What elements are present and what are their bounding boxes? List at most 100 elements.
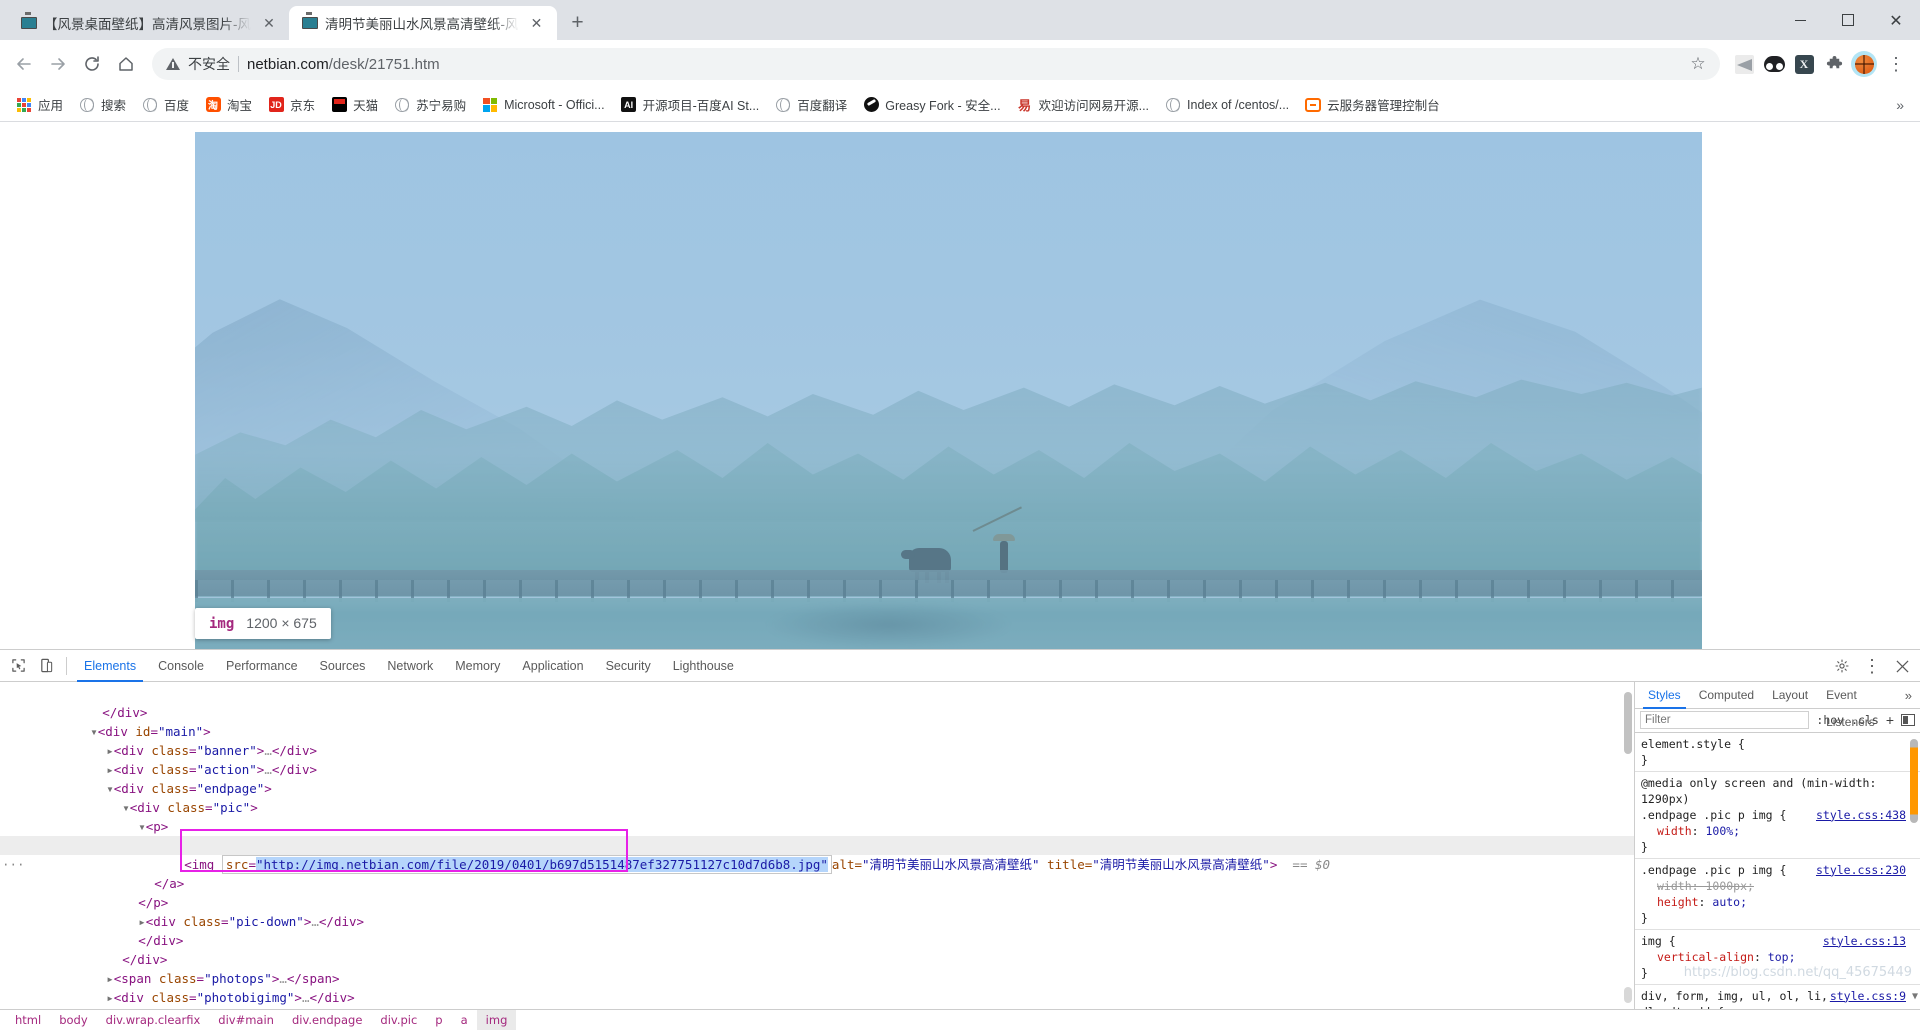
tab-close-button[interactable]: ✕ (527, 13, 547, 33)
styles-tab-styles[interactable]: Styles (1639, 682, 1690, 709)
address-bar[interactable]: 不安全 netbian.com/desk/21751.htm ☆ (152, 48, 1720, 80)
device-toolbar-icon[interactable] (32, 652, 60, 680)
dom-line-selected-img[interactable]: ··· <img src="http://img.netbian.com/file… (0, 836, 1634, 874)
dom-line[interactable]: ▸<div class="action">…</div> (0, 741, 1634, 777)
declaration[interactable]: height: auto; (1641, 894, 1920, 910)
devtools-tab-performance[interactable]: Performance (215, 650, 309, 682)
panda-icon[interactable] (1760, 50, 1788, 78)
declaration-property[interactable]: vertical-align (1641, 950, 1754, 964)
puzzle-icon[interactable] (1820, 50, 1848, 78)
declaration-value[interactable]: auto; (1712, 895, 1747, 909)
rule-source-link[interactable]: style.css:9 (1830, 988, 1906, 1004)
dom-line[interactable]: ▾<div class="pic"> (0, 779, 1634, 815)
devtools-tab-security[interactable]: Security (595, 650, 662, 682)
devtools-tab-console[interactable]: Console (147, 650, 215, 682)
bookmark-star-icon[interactable]: ☆ (1682, 48, 1714, 80)
bookmark-baidu-ai[interactable]: AI 开源项目-百度AI St... (613, 91, 768, 118)
dom-line[interactable]: ▸<div class="banner">…</div> (0, 722, 1634, 758)
rule-source-link[interactable]: style.css:230 (1816, 862, 1906, 878)
bookmark-baidu-fanyi[interactable]: 百度翻译 (767, 91, 855, 118)
breadcrumb-item-wrap[interactable]: div.wrap.clearfix (97, 1010, 210, 1030)
browser-menu-icon[interactable]: ⋮ (1880, 48, 1912, 80)
rule-source-link[interactable]: style.css:13 (1823, 933, 1906, 949)
bookmark-apps[interactable]: 应用 (8, 91, 71, 118)
bookmark-taobao[interactable]: 淘 淘宝 (197, 91, 260, 118)
close-icon[interactable]: ✕ (1872, 0, 1920, 40)
rule-source-link[interactable]: style.css:438 (1816, 807, 1906, 823)
devtools-tab-network[interactable]: Network (376, 650, 444, 682)
dom-line[interactable]: </div> (0, 684, 1634, 720)
declaration-value[interactable]: 100%; (1705, 824, 1740, 838)
bookmark-netease[interactable]: 易 欢迎访问网易开源... (1009, 91, 1157, 118)
back-arrow-icon[interactable] (8, 48, 40, 80)
breadcrumb-item-pic[interactable]: div.pic (371, 1010, 426, 1030)
styles-tab-layout[interactable]: Layout (1763, 682, 1817, 709)
settings-gear-icon[interactable] (1828, 652, 1856, 680)
reload-icon[interactable] (76, 48, 108, 80)
breadcrumb-item-img[interactable]: img (476, 1010, 517, 1030)
declaration[interactable]: width: 100%; (1641, 823, 1920, 839)
dom-line[interactable]: </div> (0, 931, 1634, 967)
bookmark-search[interactable]: 搜索 (71, 91, 134, 118)
sidebar-toggle-icon[interactable] (1901, 714, 1915, 727)
bookmarks-overflow-button[interactable]: » (1888, 97, 1912, 113)
devtools-tab-sources[interactable]: Sources (309, 650, 377, 682)
inspect-element-icon[interactable] (4, 652, 32, 680)
styles-tabs-overflow[interactable]: » (1897, 688, 1920, 703)
declaration-property[interactable]: width (1641, 879, 1692, 893)
devtools-tab-memory[interactable]: Memory (444, 650, 511, 682)
declaration-property[interactable]: width (1641, 824, 1692, 838)
devtools-tab-application[interactable]: Application (511, 650, 594, 682)
styles-filter-input[interactable] (1640, 711, 1810, 730)
url-text[interactable]: netbian.com/desk/21751.htm (247, 56, 1674, 73)
styles-tab-computed[interactable]: Computed (1690, 682, 1763, 709)
tampermonkey-icon[interactable] (1730, 50, 1758, 78)
styles-pane-scrollbar[interactable] (1909, 735, 1919, 1007)
browser-tab-1[interactable]: 清明节美丽山水风景高清壁纸-风 ✕ (289, 6, 557, 40)
home-icon[interactable] (110, 48, 142, 80)
dom-line[interactable]: ▾<p> (0, 798, 1634, 834)
declaration-overridden[interactable]: width: 1000px; (1641, 878, 1920, 894)
wallpaper-image[interactable] (195, 132, 1702, 649)
declaration[interactable]: vertical-align: top; (1641, 949, 1920, 965)
breadcrumb-item-body[interactable]: body (50, 1010, 96, 1030)
bookmark-greasyfork[interactable]: Greasy Fork - 安全... (855, 91, 1008, 118)
bookmark-baidu[interactable]: 百度 (134, 91, 197, 118)
dom-line-anchor[interactable]: ▾<a href="/desk/21751-1920x1080.htm" tar… (0, 817, 1634, 853)
breadcrumb-item-main[interactable]: div#main (209, 1010, 283, 1030)
styles-tab-event-listeners[interactable]: Event Listeners (1817, 682, 1897, 729)
style-rule-img-13[interactable]: img { style.css:13 vertical-align: top; … (1635, 930, 1920, 985)
new-tab-button[interactable]: + (563, 8, 593, 38)
bookmark-tmall[interactable]: 天猫 (323, 91, 386, 118)
styles-rules-list[interactable]: element.style { } @media only screen and… (1635, 733, 1920, 1009)
declaration-property[interactable]: height (1641, 895, 1699, 909)
forward-arrow-icon[interactable] (42, 48, 74, 80)
style-rule-endpage-pic-p-img-438[interactable]: @media only screen and (min-width: 1290p… (1635, 772, 1920, 859)
style-rule-element-style[interactable]: element.style { } (1635, 733, 1920, 772)
bookmark-suning[interactable]: 苏宁易购 (386, 91, 474, 118)
browser-tab-0[interactable]: 【风景桌面壁纸】高清风景图片-风 ✕ (8, 6, 289, 40)
close-devtools-icon[interactable] (1888, 652, 1916, 680)
dom-line[interactable]: ▸<div class="list">…</div> (0, 988, 1634, 1007)
devtools-tab-lighthouse[interactable]: Lighthouse (662, 650, 745, 682)
basketball-avatar-icon[interactable] (1850, 50, 1878, 78)
dom-line[interactable]: ▸<div class="pic-down">…</div> (0, 893, 1634, 929)
dom-pane-scrollbar[interactable] (1623, 684, 1633, 1007)
dom-line[interactable]: </div> (0, 912, 1634, 948)
bookmark-jd[interactable]: JD 京东 (260, 91, 323, 118)
style-rule-endpage-pic-p-img-230[interactable]: .endpage .pic p img { style.css:230 widt… (1635, 859, 1920, 930)
maximize-icon[interactable] (1824, 0, 1872, 40)
minimize-icon[interactable] (1776, 0, 1824, 40)
dom-line[interactable]: </a> (0, 855, 1634, 891)
bookmark-centos-index[interactable]: Index of /centos/... (1157, 93, 1297, 117)
dom-line[interactable]: </p> (0, 874, 1634, 910)
style-rule-reset-9[interactable]: div, form, img, ul, ol, li, style.css:9 … (1635, 985, 1920, 1009)
dom-line[interactable]: ▾<div id="main"> (0, 703, 1634, 739)
dom-line[interactable]: ▸<span class="photops">…</span> (0, 950, 1634, 986)
breadcrumb-item-html[interactable]: html (6, 1010, 50, 1030)
dom-line[interactable]: ▾<div class="endpage"> (0, 760, 1634, 796)
x-extension-icon[interactable]: X (1790, 50, 1818, 78)
dom-tree-pane[interactable]: </div> ▾<div id="main"> ▸<div class="ban… (0, 682, 1634, 1009)
more-options-icon[interactable]: ⋮ (1858, 652, 1886, 680)
breadcrumb-item-a[interactable]: a (452, 1010, 477, 1030)
